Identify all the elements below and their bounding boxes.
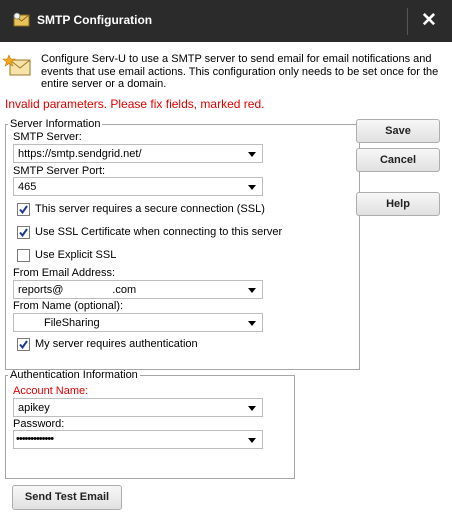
explicit-ssl-label: Use Explicit SSL xyxy=(35,249,117,261)
from-email-select[interactable]: reports@ .com xyxy=(13,280,263,299)
account-name-label: Account Name: xyxy=(13,385,89,397)
from-email-label: From Email Address: xyxy=(13,267,116,279)
window-title: SMTP Configuration xyxy=(37,13,153,27)
ssl-certificate-checkbox[interactable] xyxy=(17,226,30,239)
account-name-select[interactable]: apikey xyxy=(13,398,263,417)
smtp-port-select[interactable]: 465 xyxy=(13,177,263,196)
smtp-app-icon xyxy=(13,12,30,27)
save-button[interactable]: Save xyxy=(356,119,440,143)
smtp-server-label: SMTP Server: xyxy=(13,131,82,143)
from-name-select[interactable]: FileSharing xyxy=(13,313,263,332)
ssl-certificate-label: Use SSL Certificate when connecting to t… xyxy=(35,226,283,238)
chevron-down-icon xyxy=(248,152,256,157)
checkmark-icon xyxy=(19,340,28,350)
chevron-down-icon xyxy=(248,438,256,443)
cancel-button[interactable]: Cancel xyxy=(356,148,440,172)
account-name-value: apikey xyxy=(18,402,50,414)
chevron-down-icon xyxy=(248,185,256,190)
chevron-down-icon xyxy=(248,288,256,293)
close-button[interactable]: ✕ xyxy=(412,6,446,36)
authentication-information-legend: Authentication Information xyxy=(10,369,138,381)
from-name-value: FileSharing xyxy=(44,317,100,329)
chevron-down-icon xyxy=(248,406,256,411)
checkmark-icon xyxy=(19,205,28,215)
info-message: Configure Serv-U to use a SMTP server to… xyxy=(41,53,439,90)
secure-connection-label: This server requires a secure connection… xyxy=(35,203,265,215)
smtp-server-select[interactable]: https://smtp.sendgrid.net/ xyxy=(13,144,263,163)
send-test-email-button[interactable]: Send Test Email xyxy=(12,485,122,510)
title-separator xyxy=(407,8,408,35)
server-information-legend: Server Information xyxy=(10,118,101,130)
chevron-down-icon xyxy=(248,321,256,326)
password-field[interactable]: ••••••••••••• xyxy=(13,430,263,449)
requires-auth-label: My server requires authentication xyxy=(35,338,198,350)
title-bar: SMTP Configuration ✕ xyxy=(0,0,452,42)
envelope-star-icon xyxy=(2,54,31,76)
smtp-port-value: 465 xyxy=(18,181,37,193)
password-value: ••••••••••••• xyxy=(16,433,54,445)
close-icon: ✕ xyxy=(421,10,437,31)
password-label: Password: xyxy=(13,418,65,430)
from-name-label: From Name (optional): xyxy=(13,300,124,312)
explicit-ssl-checkbox[interactable] xyxy=(17,249,30,262)
smtp-port-label: SMTP Server Port: xyxy=(13,165,106,177)
error-message: Invalid parameters. Please fix fields, m… xyxy=(5,97,265,111)
help-button[interactable]: Help xyxy=(356,192,440,216)
requires-auth-checkbox[interactable] xyxy=(17,338,30,351)
from-email-value: reports@ .com xyxy=(18,284,137,296)
smtp-server-value: https://smtp.sendgrid.net/ xyxy=(18,148,142,160)
secure-connection-checkbox[interactable] xyxy=(17,203,30,216)
checkmark-icon xyxy=(19,228,28,238)
